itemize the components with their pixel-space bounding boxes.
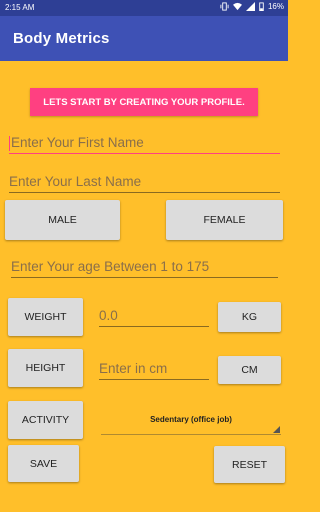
- weight-button[interactable]: WEIGHT: [8, 298, 83, 336]
- female-button[interactable]: FEMALE: [166, 200, 283, 240]
- height-input[interactable]: Enter in cm: [99, 359, 209, 380]
- save-button[interactable]: SAVE: [8, 445, 79, 482]
- app-bar: Body Metrics: [0, 16, 288, 61]
- kg-unit-button[interactable]: KG: [218, 302, 281, 332]
- height-placeholder: Enter in cm: [99, 361, 168, 376]
- signal-icon: [245, 2, 255, 11]
- wifi-icon: [232, 2, 242, 11]
- weight-value: 0.0: [99, 308, 118, 323]
- cm-unit-button[interactable]: CM: [218, 356, 281, 384]
- text-cursor: [9, 135, 10, 151]
- profile-banner: LETS START BY CREATING YOUR PROFILE.: [30, 88, 258, 116]
- status-icons: 16%: [220, 2, 284, 11]
- app-title: Body Metrics: [13, 30, 110, 47]
- weight-input[interactable]: 0.0: [99, 306, 209, 327]
- battery-percent: 16%: [267, 2, 284, 11]
- status-time: 2:15 AM: [5, 3, 35, 12]
- male-button[interactable]: MALE: [5, 200, 120, 240]
- last-name-placeholder: Enter Your Last Name: [9, 174, 142, 189]
- age-input[interactable]: Enter Your age Between 1 to 175: [11, 257, 278, 278]
- battery-icon: [259, 2, 264, 11]
- first-name-placeholder: Enter Your First Name: [11, 135, 144, 150]
- age-placeholder: Enter Your age Between 1 to 175: [11, 259, 210, 274]
- last-name-input[interactable]: Enter Your Last Name: [9, 172, 280, 193]
- activity-dropdown[interactable]: Sedentary (office job): [101, 409, 281, 435]
- status-bar: 2:15 AM 16%: [0, 0, 288, 16]
- dropdown-arrow-icon: [273, 426, 280, 433]
- reset-button[interactable]: RESET: [214, 446, 285, 483]
- activity-selected: Sedentary (office job): [150, 415, 232, 424]
- first-name-input[interactable]: Enter Your First Name: [9, 133, 280, 154]
- height-button[interactable]: HEIGHT: [8, 349, 83, 387]
- vibrate-icon: [220, 2, 229, 11]
- activity-button[interactable]: ACTIVITY: [8, 401, 83, 439]
